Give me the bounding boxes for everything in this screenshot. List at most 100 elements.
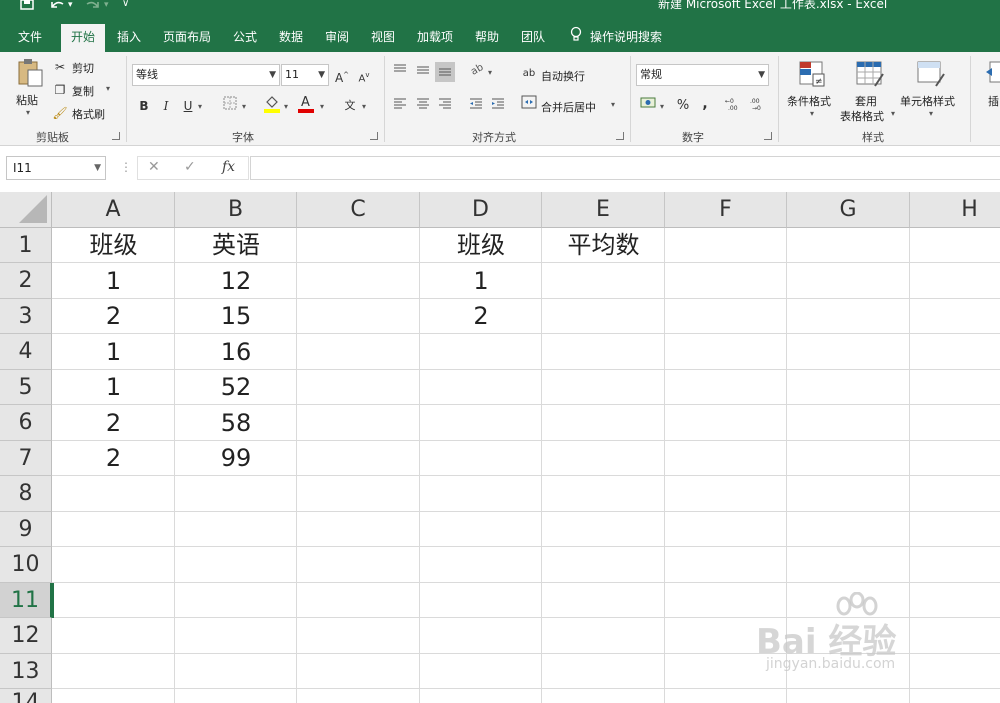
font-size-select[interactable]: 11 ▼ — [281, 64, 329, 86]
redo-icon[interactable] — [84, 0, 100, 12]
align-left-icon[interactable] — [390, 95, 410, 115]
shrink-font-button[interactable]: Av — [354, 65, 374, 85]
conditional-formatting-button[interactable]: 条件格式 — [787, 93, 831, 109]
decrease-indent-icon[interactable] — [466, 95, 486, 115]
customize-quick-access-icon[interactable]: ⊽ — [122, 0, 129, 12]
row-header-2[interactable]: 2 — [0, 263, 52, 299]
cell-styles-dropdown-icon[interactable]: ▾ — [929, 109, 933, 118]
borders-icon[interactable] — [220, 96, 240, 116]
row-header-3[interactable]: 3 — [0, 299, 52, 334]
align-center-icon[interactable] — [413, 95, 433, 115]
column-header-e[interactable]: E — [542, 192, 665, 228]
cell-b1[interactable]: 英语 — [175, 228, 297, 263]
format-as-table-label-1[interactable]: 套用 — [855, 93, 877, 109]
format-table-dropdown-icon[interactable]: ▾ — [891, 109, 895, 118]
merge-dropdown-icon[interactable]: ▾ — [611, 100, 615, 109]
copy-button[interactable]: 复制 — [72, 83, 94, 99]
row-header-9[interactable]: 9 — [0, 512, 52, 547]
align-top-icon[interactable] — [390, 62, 410, 82]
format-as-table-label-2[interactable]: 表格格式 — [840, 108, 884, 124]
cell-a7[interactable]: 2 — [52, 441, 175, 476]
worksheet-grid[interactable]: A B C D E F G H 1 2 3 4 5 6 7 8 9 10 11 … — [0, 192, 1000, 703]
copy-icon[interactable]: ❐ — [50, 80, 70, 100]
undo-dropdown-icon[interactable]: ▾ — [68, 1, 73, 13]
wrap-text-icon[interactable]: ab — [519, 64, 539, 84]
cell-b2[interactable]: 12 — [175, 263, 297, 299]
cell-d1[interactable]: 班级 — [420, 228, 542, 263]
comma-button[interactable]: , — [695, 94, 715, 114]
fill-color-dropdown-icon[interactable]: ▾ — [284, 102, 288, 111]
tab-file[interactable]: 文件 — [6, 22, 54, 52]
formula-bar-grip-icon[interactable]: ⋮ — [120, 160, 132, 174]
row-header-12[interactable]: 12 — [0, 618, 52, 654]
tab-home[interactable]: 开始 — [61, 24, 105, 52]
save-icon[interactable] — [20, 0, 34, 12]
borders-dropdown-icon[interactable]: ▾ — [242, 102, 246, 111]
wrap-text-button[interactable]: 自动换行 — [541, 68, 585, 84]
cell-a1[interactable]: 班级 — [52, 228, 175, 263]
copy-dropdown-icon[interactable]: ▾ — [106, 84, 110, 93]
tab-data[interactable]: 数据 — [272, 22, 310, 52]
number-format-select[interactable]: 常规 ▼ — [636, 64, 769, 86]
column-header-d[interactable]: D — [420, 192, 542, 228]
row-header-10[interactable]: 10 — [0, 547, 52, 583]
cell-styles-button[interactable]: 单元格样式 — [900, 93, 955, 109]
formula-input[interactable] — [250, 156, 1000, 180]
phonetic-dropdown-icon[interactable]: ▾ — [362, 102, 366, 111]
cell-a6[interactable]: 2 — [52, 405, 175, 441]
cell-b7[interactable]: 99 — [175, 441, 297, 476]
conditional-formatting-icon[interactable]: ≠ — [798, 60, 826, 90]
align-right-icon[interactable] — [435, 95, 455, 115]
tell-me-search[interactable]: 操作说明搜索 — [570, 22, 662, 52]
bold-button[interactable]: B — [134, 96, 154, 116]
tab-addins[interactable]: 加载项 — [410, 22, 460, 52]
tab-formulas[interactable]: 公式 — [226, 22, 264, 52]
align-middle-icon[interactable] — [413, 62, 433, 82]
cell-d3[interactable]: 2 — [420, 299, 542, 334]
tab-view[interactable]: 视图 — [364, 22, 402, 52]
tab-team[interactable]: 团队 — [514, 22, 552, 52]
column-header-c[interactable]: C — [297, 192, 420, 228]
row-header-5[interactable]: 5 — [0, 370, 52, 405]
row-header-6[interactable]: 6 — [0, 405, 52, 441]
column-header-f[interactable]: F — [665, 192, 787, 228]
column-header-b[interactable]: B — [175, 192, 297, 228]
name-box[interactable]: I11 ▼ — [6, 156, 106, 180]
font-color-dropdown-icon[interactable]: ▾ — [320, 102, 324, 111]
row-header-7[interactable]: 7 — [0, 441, 52, 476]
cell-d2[interactable]: 1 — [420, 263, 542, 299]
insert-cells-icon[interactable] — [984, 60, 1000, 90]
cell-e1[interactable]: 平均数 — [542, 228, 665, 263]
row-header-1[interactable]: 1 — [0, 228, 52, 263]
undo-icon[interactable] — [50, 0, 66, 12]
percent-button[interactable]: % — [673, 96, 693, 116]
tab-review[interactable]: 审阅 — [318, 22, 356, 52]
column-header-a[interactable]: A — [52, 192, 175, 228]
accounting-dropdown-icon[interactable]: ▾ — [660, 102, 664, 111]
phonetic-button[interactable]: 文 — [340, 96, 360, 116]
cell-styles-icon[interactable] — [916, 60, 945, 90]
cell-b4[interactable]: 16 — [175, 334, 297, 370]
row-header-11[interactable]: 11 — [0, 583, 52, 618]
increase-indent-icon[interactable] — [488, 95, 508, 115]
tab-insert[interactable]: 插入 — [110, 22, 148, 52]
cell-a4[interactable]: 1 — [52, 334, 175, 370]
redo-dropdown-icon[interactable]: ▾ — [104, 1, 109, 13]
paste-button[interactable]: 粘贴 — [16, 92, 38, 108]
fill-color-icon[interactable] — [262, 94, 282, 114]
font-color-icon[interactable]: A — [296, 94, 316, 114]
cell-b6[interactable]: 58 — [175, 405, 297, 441]
font-launcher-icon[interactable] — [370, 132, 378, 140]
scissors-icon[interactable]: ✂ — [50, 57, 70, 77]
decrease-decimal-icon[interactable]: .00 →0 — [748, 96, 768, 116]
paste-dropdown-icon[interactable]: ▾ — [26, 108, 30, 117]
cell-a5[interactable]: 1 — [52, 370, 175, 405]
orientation-dropdown-icon[interactable]: ▾ — [488, 68, 492, 77]
cell-a3[interactable]: 2 — [52, 299, 175, 334]
column-header-g[interactable]: G — [787, 192, 910, 228]
clipboard-launcher-icon[interactable] — [112, 132, 120, 140]
underline-button[interactable]: U — [178, 96, 198, 116]
cancel-icon[interactable]: ✕ — [148, 159, 160, 175]
alignment-launcher-icon[interactable] — [616, 132, 624, 140]
number-launcher-icon[interactable] — [764, 132, 772, 140]
